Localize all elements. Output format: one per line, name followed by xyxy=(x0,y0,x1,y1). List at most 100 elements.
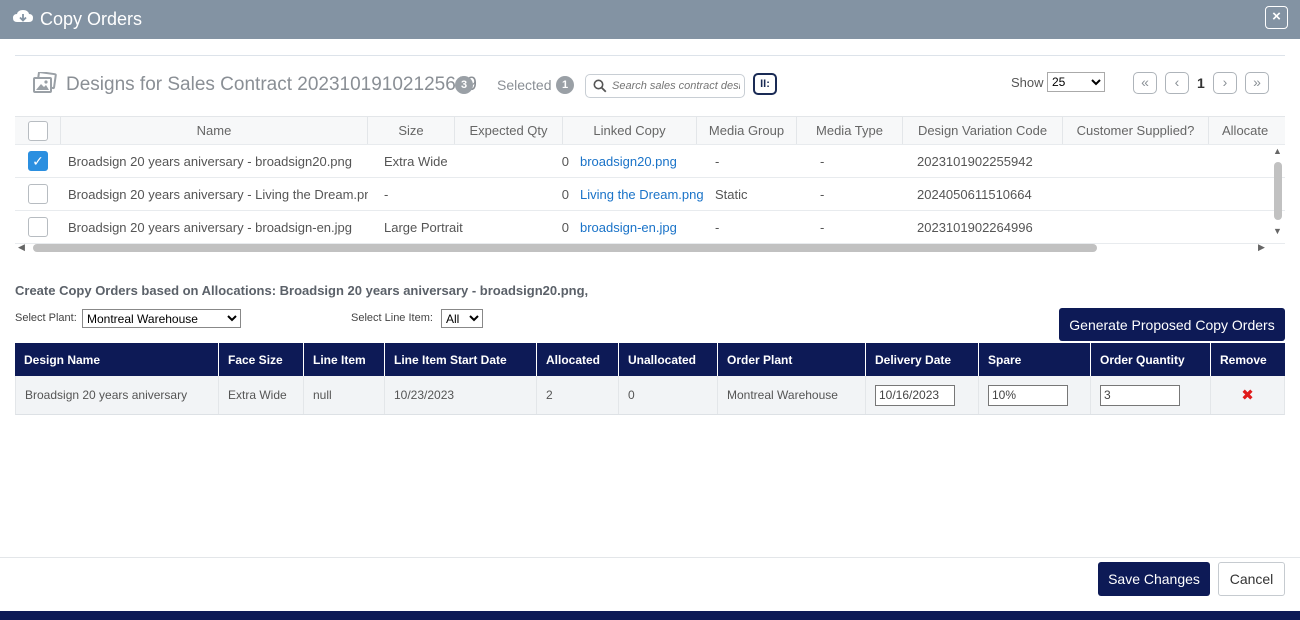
column-header-variation-code[interactable]: Design Variation Code xyxy=(903,117,1063,144)
selected-count-badge: 1 xyxy=(556,76,574,94)
vertical-scroll-thumb[interactable] xyxy=(1274,162,1282,220)
scroll-down-arrow-icon[interactable]: ▼ xyxy=(1273,226,1282,236)
cell-media-type: - xyxy=(820,153,825,169)
search-icon xyxy=(593,79,607,93)
page-size-select[interactable]: 25 xyxy=(1047,72,1105,92)
column-header-name[interactable]: Name xyxy=(61,117,368,144)
row-select-cell xyxy=(15,178,61,210)
designs-grid-header: Name Size Expected Qty Linked Copy Media… xyxy=(15,116,1285,145)
cell-expected-qty: 0 xyxy=(561,153,569,169)
column-header-spare: Spare xyxy=(979,343,1091,376)
cell-order-plant: Montreal Warehouse xyxy=(718,376,866,414)
footer-divider xyxy=(0,557,1300,558)
designs-count-badge: 3 xyxy=(455,76,473,94)
cell-media-group: - xyxy=(715,219,720,235)
cell-linked-copy-link[interactable]: broadsign-en.jpg xyxy=(580,211,705,243)
spare-input[interactable] xyxy=(988,384,1068,406)
bottom-bar xyxy=(0,611,1300,620)
cell-remove: ✖ xyxy=(1211,376,1284,414)
plant-select[interactable]: Montreal Warehouse xyxy=(82,309,241,328)
horizontal-scrollbar[interactable]: ◀ ▶ xyxy=(15,241,1271,255)
cell-name: Broadsign 20 years aniversary - broadsig… xyxy=(68,153,353,169)
copy-orders-header: Design Name Face Size Line Item Line Ite… xyxy=(15,343,1285,376)
cell-allocated xyxy=(1215,211,1271,243)
cell-variation-code: 2023101902264996 xyxy=(917,219,1033,235)
table-row[interactable]: Broadsign 20 years aniversary - broadsig… xyxy=(15,211,1285,244)
search-input[interactable] xyxy=(612,78,740,94)
table-row: Broadsign 20 years aniversary Extra Wide… xyxy=(15,376,1285,415)
last-page-button[interactable]: » xyxy=(1245,72,1269,94)
window-title-bar: Copy Orders × xyxy=(0,0,1300,39)
row-checkbox[interactable] xyxy=(28,184,48,204)
column-header-line-item: Line Item xyxy=(304,343,385,376)
column-header-customer-supplied[interactable]: Customer Supplied? xyxy=(1063,117,1209,144)
generate-proposed-copy-orders-button[interactable]: Generate Proposed Copy Orders xyxy=(1059,308,1285,341)
column-header-unallocated: Unallocated xyxy=(619,343,718,376)
column-header-media-group[interactable]: Media Group xyxy=(697,117,797,144)
cell-linked-copy-link[interactable]: Living the Dream.png xyxy=(580,178,705,210)
column-header-design-name: Design Name xyxy=(15,343,219,376)
cell-size: - xyxy=(384,186,389,202)
table-row[interactable]: ✓ Broadsign 20 years aniversary - broads… xyxy=(15,145,1285,178)
select-plant-label: Select Plant: xyxy=(15,312,77,324)
cell-line-item: null xyxy=(304,376,385,414)
row-select-cell xyxy=(15,211,61,243)
line-item-select[interactable]: All xyxy=(441,309,483,328)
cell-media-type: - xyxy=(820,219,825,235)
column-header-order-quantity: Order Quantity xyxy=(1091,343,1211,376)
designs-panel: Designs for Sales Contract 2023101910212… xyxy=(15,55,1285,255)
cell-expected-qty: 0 xyxy=(561,219,569,235)
row-checkbox-checked[interactable]: ✓ xyxy=(28,151,48,171)
select-all-checkbox[interactable] xyxy=(27,120,48,141)
prev-page-button[interactable]: ‹ xyxy=(1165,72,1189,94)
cell-unallocated: 0 xyxy=(619,376,718,414)
column-header-linked-copy[interactable]: Linked Copy xyxy=(563,117,697,144)
cell-size: Extra Wide xyxy=(384,153,448,169)
column-header-line-item-start-date: Line Item Start Date xyxy=(385,343,537,376)
first-page-button[interactable]: « xyxy=(1133,72,1157,94)
column-header-media-type[interactable]: Media Type xyxy=(797,117,903,144)
cell-line-item-start-date: 10/23/2023 xyxy=(385,376,537,414)
cancel-button[interactable]: Cancel xyxy=(1218,562,1285,596)
cell-variation-code: 2024050611510664 xyxy=(917,186,1032,202)
delivery-date-input[interactable] xyxy=(875,384,955,406)
cell-name: Broadsign 20 years aniversary - broadsig… xyxy=(68,219,352,235)
cell-customer-supplied xyxy=(1075,178,1205,210)
table-row[interactable]: Broadsign 20 years aniversary - Living t… xyxy=(15,178,1285,211)
row-checkbox[interactable] xyxy=(28,217,48,237)
scroll-right-arrow-icon[interactable]: ▶ xyxy=(1258,242,1265,253)
column-header-size[interactable]: Size xyxy=(368,117,455,144)
header-select-all xyxy=(15,117,61,144)
cell-allocated: 2 xyxy=(537,376,619,414)
cell-order-quantity xyxy=(1091,376,1211,414)
cell-linked-copy-link[interactable]: broadsign20.png xyxy=(580,145,705,177)
show-label: Show xyxy=(1011,75,1044,90)
scroll-up-arrow-icon[interactable]: ▲ xyxy=(1273,146,1282,156)
column-header-remove: Remove xyxy=(1220,352,1267,367)
column-header-expected-qty[interactable]: Expected Qty xyxy=(455,117,563,144)
selected-label: Selected xyxy=(497,77,552,93)
cell-allocated xyxy=(1215,178,1271,210)
cell-media-type: - xyxy=(820,186,825,202)
vertical-scrollbar[interactable]: ▲ ▼ xyxy=(1271,146,1285,238)
cell-design-name: Broadsign 20 years aniversary xyxy=(16,376,219,414)
cell-name: Broadsign 20 years aniversary - Living t… xyxy=(68,186,368,202)
close-button[interactable]: × xyxy=(1265,6,1288,29)
close-icon: × xyxy=(1272,8,1281,25)
cell-face-size: Extra Wide xyxy=(219,376,304,414)
scroll-left-arrow-icon[interactable]: ◀ xyxy=(18,242,25,253)
cell-customer-supplied xyxy=(1075,145,1205,177)
window-title: Copy Orders xyxy=(40,9,143,29)
column-header-allocated[interactable]: Allocate xyxy=(1209,117,1285,144)
search-box xyxy=(585,74,745,98)
order-quantity-input[interactable] xyxy=(1100,384,1180,406)
images-icon xyxy=(33,72,57,93)
column-chooser-button[interactable]: II: xyxy=(753,73,777,95)
remove-row-icon[interactable]: ✖ xyxy=(1241,386,1254,404)
cell-media-group: Static xyxy=(715,186,748,202)
cell-delivery-date xyxy=(866,376,979,414)
horizontal-scroll-thumb[interactable] xyxy=(33,244,1097,252)
designs-panel-header: Designs for Sales Contract 2023101910212… xyxy=(15,56,1285,116)
save-changes-button[interactable]: Save Changes xyxy=(1098,562,1210,596)
next-page-button[interactable]: › xyxy=(1213,72,1237,94)
